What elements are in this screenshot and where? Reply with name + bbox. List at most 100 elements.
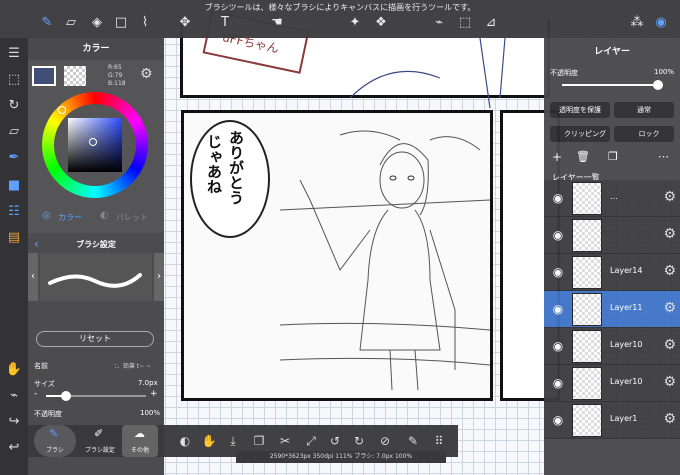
layer-gear-icon[interactable]: ⚙ — [663, 374, 676, 390]
layer-more-icon[interactable]: ⋯ — [658, 150, 669, 163]
hand-icon[interactable]: ☚ — [268, 14, 286, 32]
layer-gear-icon[interactable]: ⚙ — [663, 337, 676, 353]
undo-icon[interactable]: ↩ — [4, 438, 24, 458]
blend-icon[interactable]: ◐ — [174, 431, 196, 451]
eye-icon[interactable]: ◉ — [550, 376, 566, 390]
size-slider-knob[interactable] — [61, 391, 71, 401]
layer-row[interactable]: ◉ Layer14 ⚙ — [544, 254, 680, 291]
layer-panel-title: レイヤー — [594, 47, 630, 57]
wand-icon[interactable]: ✦ — [346, 14, 364, 32]
transform-icon[interactable]: ⬚ — [456, 14, 474, 32]
layer-gear-icon[interactable]: ⚙ — [663, 300, 676, 316]
rotate-left-icon[interactable]: ↺ — [324, 431, 346, 451]
size-minus[interactable]: - — [34, 389, 37, 399]
reset-button[interactable]: リセット — [36, 331, 154, 347]
layer-row[interactable]: ◉ … ⚙ — [544, 180, 680, 217]
edit-icon[interactable]: ✎ — [402, 431, 424, 451]
rotate-right-icon[interactable]: ↻ — [348, 431, 370, 451]
sub-color-swatch[interactable] — [64, 66, 86, 86]
color-panel: カラー R:65 G:79 B:118 ⚙ ◎ カラー ◐ パレット — [28, 38, 164, 233]
redo-icon[interactable]: ↪ — [4, 412, 24, 432]
copy-icon[interactable]: ❐ — [248, 431, 270, 451]
next-brush-arrow[interactable]: › — [154, 253, 164, 301]
eye-icon[interactable]: ◉ — [550, 339, 566, 353]
layer-name: Layer1 — [610, 414, 638, 423]
palette-tab-icon[interactable]: ◐ — [100, 210, 109, 221]
color-settings-gear-icon[interactable]: ⚙ — [140, 66, 153, 82]
selection-icon[interactable]: ⬚ — [4, 70, 24, 90]
share-icon[interactable]: ⁂ — [628, 14, 646, 32]
dropper-icon[interactable]: ⌁ — [430, 14, 448, 32]
text-icon[interactable]: T — [216, 14, 234, 32]
other-icon: ☁ — [134, 427, 145, 440]
layer-thumbnail — [572, 219, 602, 252]
color-tab[interactable]: カラー — [58, 212, 82, 223]
other-tab[interactable]: ☁ その他 — [122, 425, 158, 457]
color-icon[interactable]: ■ — [4, 176, 24, 196]
eye-icon[interactable]: ◉ — [550, 228, 566, 242]
smudge-icon[interactable]: ❖ — [372, 14, 390, 32]
layer-row[interactable]: ◉ Layer1 ⚙ — [544, 402, 680, 439]
rotate-icon[interactable]: ↻ — [4, 96, 24, 116]
hand-icon[interactable]: ✋ — [198, 431, 220, 451]
layer-thumbnail — [572, 293, 602, 326]
fill-icon[interactable]: ◈ — [88, 14, 106, 32]
material-icon[interactable]: ▤ — [4, 228, 24, 248]
move-icon[interactable]: ✥ — [176, 14, 194, 32]
layer-opacity-knob[interactable] — [653, 80, 663, 90]
lock-button[interactable]: ロック — [614, 126, 674, 142]
eye-icon[interactable]: ◉ — [550, 413, 566, 427]
name-label: 名前 — [34, 362, 48, 370]
layer-gear-icon[interactable]: ⚙ — [663, 263, 676, 279]
prev-brush-arrow[interactable]: ‹ — [28, 253, 38, 301]
menu-icon[interactable]: ☰ — [4, 44, 24, 64]
layer-gear-icon[interactable]: ⚙ — [663, 189, 676, 205]
ruler-icon[interactable]: ▱ — [4, 122, 24, 142]
brush-settings-tab-label: ブラシ設定 — [85, 447, 115, 454]
size-value: 7.0px — [138, 379, 158, 387]
layer-name: Layer10 — [610, 340, 643, 349]
layer-name: Layer14 — [610, 266, 643, 275]
palette-tab[interactable]: パレット — [116, 212, 148, 223]
brush-settings-tab[interactable]: ✐ ブラシ設定 — [80, 425, 120, 457]
layer-gear-icon[interactable]: ⚙ — [663, 411, 676, 427]
flip-icon[interactable]: ⤢ — [300, 431, 322, 451]
eyedropper-icon[interactable]: ⌁ — [4, 386, 24, 406]
ruler-icon[interactable]: ⊿ — [482, 14, 500, 32]
brush-icon[interactable]: ✎ — [38, 14, 56, 32]
import-icon[interactable]: ⤓ — [222, 431, 244, 451]
reset-view-icon[interactable]: ⊘ — [374, 431, 396, 451]
layer-row[interactable]: ◉ Layer10 ⚙ — [544, 328, 680, 365]
layer-row[interactable]: ◉ ⚙ — [544, 217, 680, 254]
cut-icon[interactable]: ✂ — [274, 431, 296, 451]
protect-alpha-button[interactable]: 透明度を保護 — [550, 102, 610, 118]
lasso-icon[interactable]: ⌇ — [136, 14, 154, 32]
add-layer-icon[interactable]: + — [552, 150, 562, 164]
layer-row[interactable]: ◉ Layer10 ⚙ — [544, 365, 680, 402]
blend-mode-button[interactable]: 通常 — [614, 102, 674, 118]
delete-layer-icon[interactable]: 🗑 — [576, 150, 590, 163]
size-plus[interactable]: + — [150, 389, 158, 399]
layer-row[interactable]: ◉ Layer11 ⚙ — [544, 291, 680, 328]
color-tab-icon[interactable]: ◎ — [42, 210, 51, 221]
rgb-b: B:118 — [108, 80, 126, 87]
clipping-button[interactable]: クリッピング — [550, 126, 610, 142]
eye-icon[interactable]: ◉ — [550, 265, 566, 279]
pen-icon[interactable]: ✒ — [4, 148, 24, 168]
eye-icon[interactable]: ◉ — [550, 302, 566, 316]
brush-stroke-preview — [48, 273, 142, 288]
layer-opacity-track[interactable] — [562, 84, 658, 86]
layer-opacity-value: 100% — [654, 68, 675, 76]
layer-toggle-icon[interactable]: ◉ — [652, 14, 670, 32]
rect-select-icon[interactable]: □ — [112, 14, 130, 32]
hand-tool-icon[interactable]: ✋ — [4, 360, 24, 380]
eraser-icon[interactable]: ▱ — [62, 14, 80, 32]
grid-icon[interactable]: ⠿ — [428, 431, 450, 451]
main-color-swatch[interactable] — [32, 66, 56, 86]
layer-list-icon[interactable]: ☷ — [4, 202, 24, 222]
brush-tab[interactable]: ✎ ブラシ — [34, 425, 76, 457]
eye-icon[interactable]: ◉ — [550, 191, 566, 205]
opacity-value: 100% — [140, 409, 161, 417]
duplicate-layer-icon[interactable]: ❐ — [608, 150, 618, 163]
layer-gear-icon[interactable]: ⚙ — [663, 226, 676, 242]
